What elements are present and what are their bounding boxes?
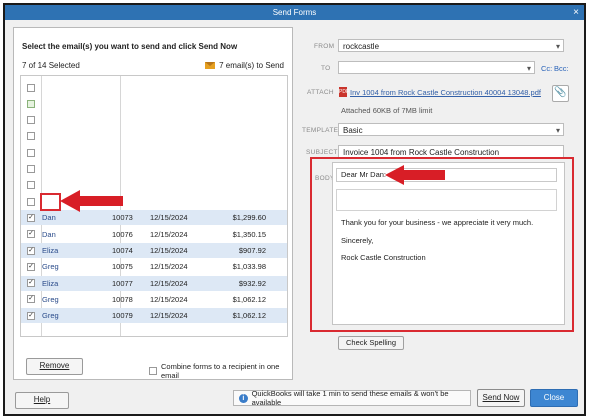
row-checkbox[interactable] [27, 99, 35, 108]
customer-name: Eliza [42, 246, 59, 255]
invoice-amount: $907.92 [238, 246, 266, 255]
attachment-link[interactable]: Inv 1004 from Rock Castle Construction 4… [350, 88, 541, 97]
check-spelling-button[interactable]: Check Spelling [338, 336, 404, 350]
help-button[interactable]: Help [15, 392, 69, 409]
invoice-amount: $1,033.98 [232, 262, 266, 272]
invoice-date: 12/15/2024 [150, 229, 188, 239]
email-list-panel: Select the email(s) you want to send and… [13, 27, 293, 380]
table-row[interactable] [21, 113, 287, 128]
row-checkbox[interactable]: ✓ [27, 213, 35, 222]
to-field[interactable] [338, 61, 535, 74]
customer-name: Greg [42, 262, 59, 272]
customer-name: Greg [42, 294, 59, 304]
customer-name: Dan [42, 229, 56, 239]
list-heading: Select the email(s) you want to send and… [22, 42, 238, 51]
invoice-amount: $1,062.12 [232, 294, 266, 304]
envelope-icon [205, 62, 216, 69]
send-now-button[interactable]: Send Now [477, 389, 525, 407]
row-checkbox[interactable] [27, 83, 35, 92]
invoice-number: 10074 [112, 246, 133, 255]
send-info-bar: i QuickBooks will take 1 min to send the… [233, 389, 471, 407]
combine-forms-option[interactable]: Combine forms to a recipient in one emai… [149, 362, 292, 380]
row-checkbox[interactable]: ✓ [27, 262, 35, 271]
table-row[interactable]: ✓ Eliza 10077 12/15/2024 $932.92 [21, 275, 287, 291]
invoice-number: 10079 [112, 311, 133, 321]
pdf-icon: PDF [339, 87, 349, 97]
attach-label: ATTACH [307, 89, 334, 96]
table-row[interactable] [21, 96, 287, 111]
to-label: TO [321, 65, 331, 72]
cc-link[interactable]: Cc: [541, 64, 552, 73]
body-blank-area[interactable] [336, 189, 557, 211]
table-row[interactable] [21, 162, 287, 177]
table-row[interactable] [21, 80, 287, 95]
invoice-amount: $1,062.12 [232, 311, 266, 321]
row-checkbox[interactable]: ✓ [27, 246, 35, 255]
body-line-sincerely: Sincerely, [341, 236, 374, 245]
body-line-thanks: Thank you for your business - we appreci… [341, 218, 534, 227]
close-icon[interactable]: × [573, 5, 579, 20]
invoice-date: 12/15/2024 [150, 262, 188, 272]
from-dropdown[interactable]: rockcastle [338, 39, 564, 52]
attach-size-note: Attached 60KB of 7MB limit [341, 106, 433, 115]
body-line-signature: Rock Castle Construction [341, 253, 426, 262]
invoice-date: 12/15/2024 [150, 278, 188, 288]
table-row[interactable]: ✓ Greg 10078 12/15/2024 $1,062.12 [21, 292, 287, 307]
subject-label: SUBJECT [306, 149, 338, 156]
invoice-number: 10076 [112, 229, 133, 239]
invoice-date: 12/15/2024 [150, 213, 188, 223]
invoice-date: 12/15/2024 [150, 311, 188, 321]
table-row[interactable]: ✓ Greg 10079 12/15/2024 $1,062.12 [21, 308, 287, 324]
row-checkbox[interactable]: ✓ [27, 311, 35, 320]
row-checkbox[interactable]: ✓ [27, 279, 35, 288]
subject-field[interactable]: Invoice 1004 from Rock Castle Constructi… [338, 145, 564, 158]
row-checkbox[interactable] [27, 165, 35, 173]
customer-name: Dan [42, 213, 56, 223]
template-label: TEMPLATE [302, 127, 339, 134]
table-row[interactable]: ✓ Greg 10075 12/15/2024 $1,033.98 [21, 259, 287, 274]
remove-button[interactable]: Remove [26, 358, 83, 375]
customer-name: Eliza [42, 278, 59, 288]
row-checkbox[interactable]: ✓ [27, 230, 35, 239]
bcc-link[interactable]: Bcc: [554, 64, 569, 73]
attachment[interactable]: PDF Inv 1004 from Rock Castle Constructi… [339, 87, 544, 97]
paperclip-icon[interactable]: 📎 [552, 85, 569, 102]
table-row[interactable] [21, 145, 287, 160]
row-checkbox[interactable]: ✓ [27, 295, 35, 304]
invoice-date: 12/15/2024 [150, 246, 188, 255]
row-checkbox[interactable] [27, 148, 35, 157]
invoice-number: 10077 [112, 278, 133, 288]
row-checkbox[interactable] [27, 116, 35, 125]
invoice-date: 12/15/2024 [150, 294, 188, 304]
close-button[interactable]: Close [530, 389, 578, 407]
combine-checkbox[interactable] [149, 367, 157, 375]
window-title: Send Forms [272, 8, 317, 17]
invoice-number: 10078 [112, 294, 133, 304]
arrow-left-icon [385, 165, 445, 185]
row-checkbox[interactable] [27, 197, 35, 206]
info-icon: i [239, 393, 248, 403]
invoice-amount: $1,350.15 [232, 229, 266, 239]
arrow-left-icon [60, 190, 123, 212]
invoice-amount: $1,299.60 [232, 213, 266, 223]
customer-name: Greg [42, 311, 59, 321]
selected-count: 7 of 14 Selected [22, 61, 80, 70]
invoice-number: 10075 [112, 262, 133, 272]
table-row[interactable]: ✓ Dan 10076 12/15/2024 $1,350.15 [21, 227, 287, 242]
invoice-number: 10073 [112, 213, 133, 223]
from-label: FROM [314, 43, 335, 50]
template-dropdown[interactable]: Basic [338, 123, 564, 136]
send-forms-dialog: Send Forms × Select the email(s) you wan… [3, 3, 586, 416]
row-checkbox[interactable] [27, 132, 35, 141]
invoice-amount: $932.92 [238, 278, 266, 288]
row-checkbox[interactable] [27, 181, 35, 190]
title-bar: Send Forms × [5, 5, 584, 20]
table-row[interactable] [21, 129, 287, 144]
table-row[interactable]: ✓ Eliza 10074 12/15/2024 $907.92 [21, 243, 287, 258]
email-body[interactable]: Dear Mr Dan: Thank you for your business… [332, 162, 565, 325]
to-send-count: 7 email(s) to Send [205, 61, 284, 70]
